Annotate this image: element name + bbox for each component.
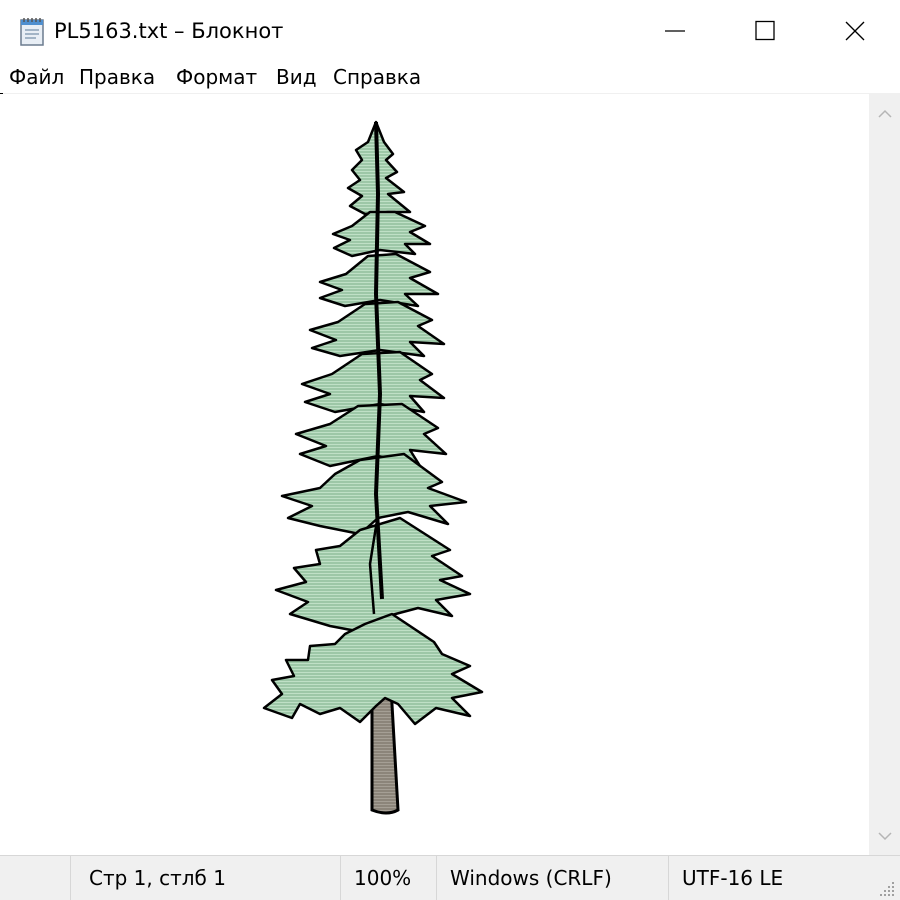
status-divider <box>340 856 341 900</box>
conifer-tree-ascii-art <box>262 120 484 815</box>
maximize-icon <box>755 20 775 41</box>
maximize-button[interactable] <box>720 0 810 62</box>
scroll-up-arrow-icon[interactable] <box>877 108 893 120</box>
minimize-button[interactable] <box>630 0 720 62</box>
status-divider <box>436 856 437 900</box>
window-title: PL5163.txt – Блокнот <box>54 19 284 43</box>
title-bar: PL5163.txt – Блокнот <box>0 0 900 62</box>
menu-view[interactable]: Вид <box>276 62 317 93</box>
menu-help[interactable]: Справка <box>333 62 421 93</box>
notepad-icon <box>18 16 46 46</box>
vertical-scrollbar[interactable] <box>869 94 900 855</box>
text-editor[interactable] <box>0 94 869 855</box>
status-zoom: 100% <box>354 866 412 890</box>
menu-bar: Файл Правка Формат Вид Справка <box>0 62 900 93</box>
status-bar: Стр 1, стлб 1 100% Windows (CRLF) UTF-16… <box>0 855 900 900</box>
status-line-endings: Windows (CRLF) <box>450 866 612 890</box>
menu-file[interactable]: Файл <box>9 62 64 93</box>
menu-format[interactable]: Формат <box>176 62 257 93</box>
status-divider <box>668 856 669 900</box>
close-button[interactable] <box>810 0 900 62</box>
minimize-icon <box>665 30 685 32</box>
status-divider <box>70 856 71 900</box>
status-position: Стр 1, стлб 1 <box>89 866 226 890</box>
scroll-down-arrow-icon[interactable] <box>877 830 893 842</box>
close-icon <box>845 21 865 41</box>
resize-grip-icon[interactable] <box>878 880 896 898</box>
menu-edit[interactable]: Правка <box>79 62 155 93</box>
status-encoding: UTF-16 LE <box>682 866 784 890</box>
